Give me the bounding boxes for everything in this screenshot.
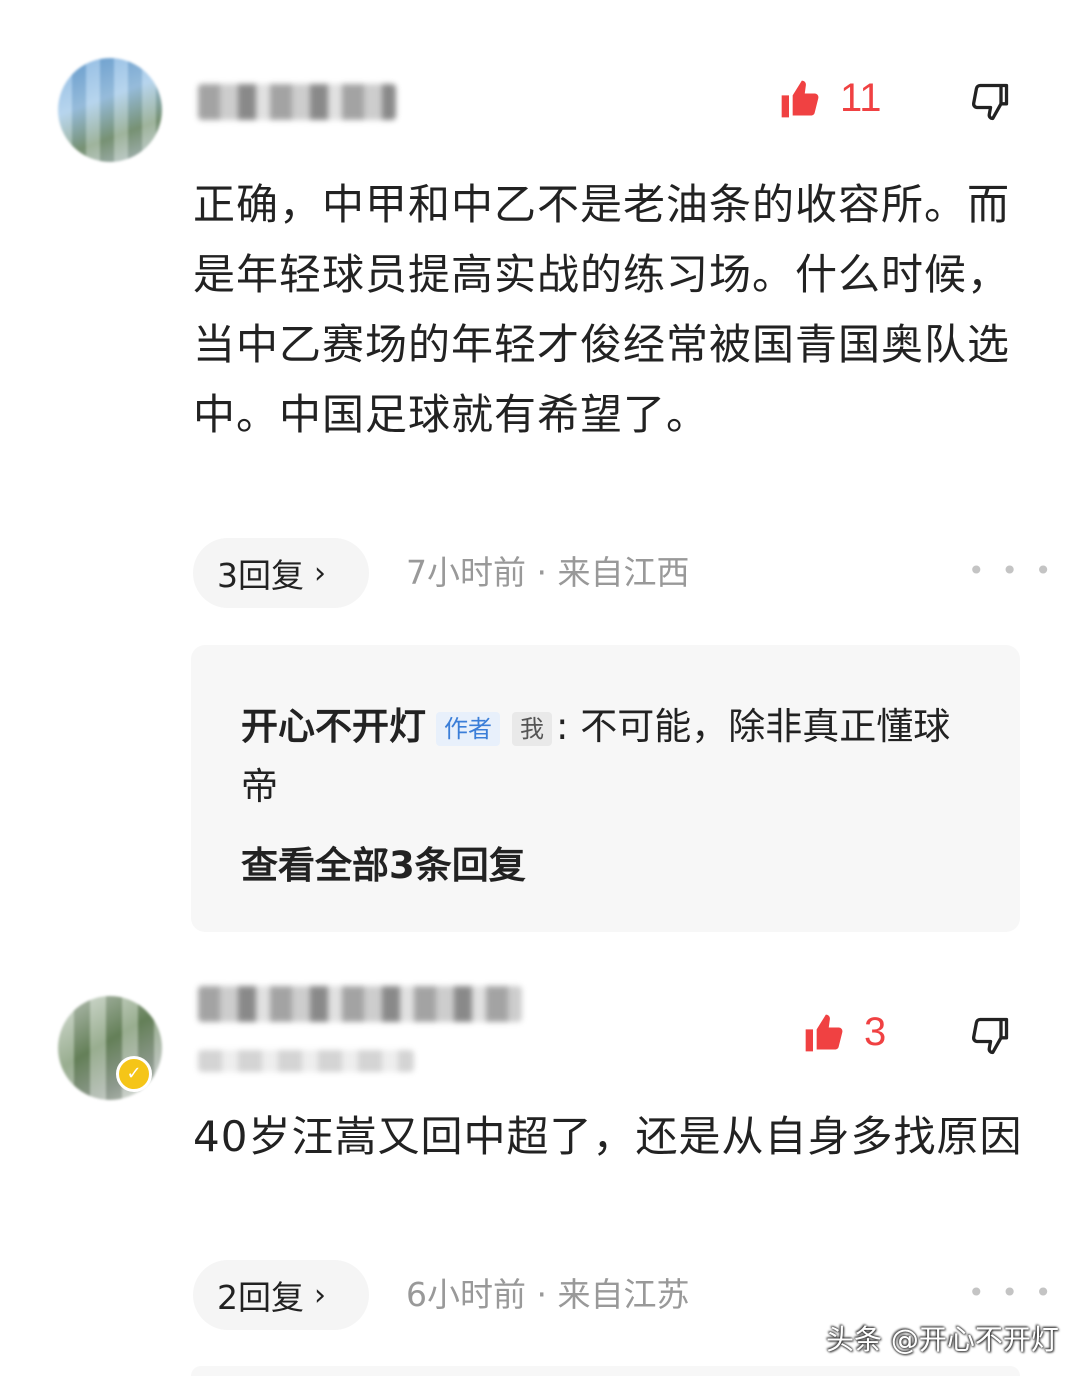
comment-meta: 7小时前 · 来自江西 [406, 553, 690, 592]
reply-preview[interactable]: 开心不开灯 作者我: 不可能，除非真正懂球帝 查看全部3条回复 [191, 645, 1020, 932]
avatar[interactable] [58, 58, 162, 162]
reply-count-label: 2回复 [217, 1278, 304, 1317]
comment-text: 40岁汪嵩又回中超了，还是从自身多找原因 [193, 1112, 1023, 1161]
dislike-button[interactable] [968, 1014, 1012, 1062]
reply-count-label: 3回复 [217, 556, 304, 595]
reply-count-button[interactable]: 2回复 › [193, 1260, 369, 1330]
username-blurred[interactable] [198, 986, 522, 1022]
chevron-right-icon: › [314, 555, 326, 591]
me-tag: 我 [512, 711, 552, 746]
comment-text: 正确，中甲和中乙不是老油条的收容所。而是年轻球员提高实战的练习场。什么时候，当中… [193, 180, 1011, 439]
thumbs-down-icon [971, 1017, 1009, 1055]
like-button[interactable]: 11 [778, 76, 882, 121]
reply-author[interactable]: 开心不开灯 [241, 705, 426, 748]
author-tag: 作者 [436, 711, 500, 746]
dislike-button[interactable] [968, 80, 1012, 128]
thumbs-up-icon [781, 80, 819, 117]
thumbs-up-icon [805, 1014, 843, 1051]
reply-separator: : [556, 705, 569, 748]
comment-item: 11 正确，中甲和中乙不是老油条的收容所。而是年轻球员提高实战的练习场。什么时候… [0, 0, 1080, 640]
comment-item: ✓ 3 40岁汪嵩又回中超了，还是从自身多找原因 2回复 › 6小时前 · 来自… [0, 960, 1080, 1376]
next-reply-preview-edge [191, 1366, 1020, 1376]
more-dots-icon[interactable]: • • • [968, 536, 1055, 606]
reply-count-button[interactable]: 3回复 › [193, 538, 369, 608]
view-all-replies-link[interactable]: 查看全部3条回复 [241, 835, 526, 889]
like-count: 3 [864, 1010, 887, 1054]
watermark: 头条 @开心不开灯 [826, 1323, 1059, 1356]
like-button[interactable]: 3 [802, 1010, 886, 1055]
chevron-right-icon: › [314, 1277, 326, 1313]
reply-preview-line: 开心不开灯 作者我: 不可能，除非真正懂球帝 [241, 697, 981, 817]
username-blurred[interactable] [198, 84, 396, 120]
comment-meta: 6小时前 · 来自江苏 [406, 1275, 690, 1314]
thumbs-down-icon [971, 83, 1009, 121]
like-count: 11 [840, 76, 882, 120]
verified-badge-icon: ✓ [116, 1056, 152, 1092]
user-subtitle-blurred [198, 1050, 414, 1072]
